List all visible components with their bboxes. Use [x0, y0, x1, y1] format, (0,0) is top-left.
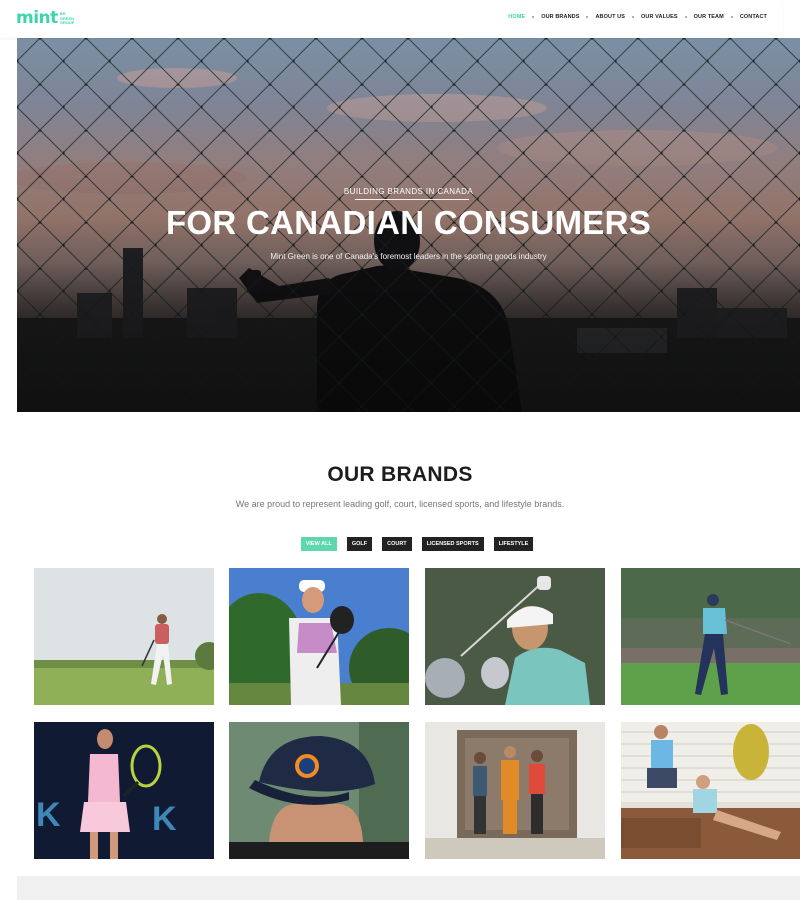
brand-tile-golfer-swing[interactable]	[425, 568, 605, 705]
filter-court[interactable]: COURT	[382, 537, 412, 551]
hockey-cap-photo	[229, 722, 409, 859]
brand-tile-golfer-walking[interactable]	[34, 568, 214, 705]
brands-title: OUR BRANDS	[327, 463, 473, 486]
golfer-follow-through-photo	[621, 568, 800, 705]
filter-view-all[interactable]: VIEW ALL	[300, 537, 337, 551]
nav-separator	[730, 16, 733, 18]
nav-separator	[532, 16, 535, 18]
site-header: mint BR GREEN GROUP HOME OUR BRANDS ABOU…	[0, 0, 783, 38]
nav-about-us[interactable]: ABOUT US	[595, 14, 625, 20]
brand-tile-golfer-follow-through[interactable]	[621, 568, 800, 705]
hero-kicker-underline	[355, 199, 469, 200]
hero-kicker: BUILDING BRANDS IN CANADA	[343, 187, 474, 196]
footer-band	[17, 876, 800, 900]
nav-our-values[interactable]: OUR VALUES	[641, 14, 678, 20]
golfer-swing-closeup-photo	[425, 568, 605, 705]
hero-banner: BUILDING BRANDS IN CANADA FOR CANADIAN C…	[17, 38, 800, 412]
golfer-with-driver-photo	[229, 568, 409, 705]
brand-tile-hockey-cap[interactable]	[229, 722, 409, 859]
svg-text:K: K	[152, 800, 177, 838]
hero-subtitle: Mint Green is one of Canada's foremost l…	[270, 252, 547, 261]
brands-subtitle: We are proud to represent leading golf, …	[235, 499, 565, 509]
page: mint BR GREEN GROUP HOME OUR BRANDS ABOU…	[0, 0, 800, 900]
lifestyle-couple-photo	[621, 722, 800, 859]
logo-wordmark: mint	[16, 8, 58, 28]
nav-separator	[632, 16, 635, 18]
filter-licensed-sports[interactable]: LICENSED SPORTS	[421, 537, 484, 551]
nav-home[interactable]: HOME	[508, 14, 525, 20]
golfer-walking-fairway-photo	[34, 568, 214, 705]
tennis-player-photo: K K	[34, 722, 214, 859]
nav-contact[interactable]: CONTACT	[740, 14, 767, 20]
logo-subtext: BR GREEN GROUP	[60, 12, 75, 26]
nav-our-brands[interactable]: OUR BRANDS	[541, 14, 579, 20]
hero-title: FOR CANADIAN CONSUMERS	[165, 204, 652, 241]
brand-tile-lifestyle-couple[interactable]	[621, 722, 800, 859]
svg-text:K: K	[36, 796, 61, 834]
filter-golf[interactable]: GOLF	[346, 537, 373, 551]
brand-tile-tennis[interactable]: K K	[34, 722, 214, 859]
nav-our-team[interactable]: OUR TEAM	[694, 14, 724, 20]
nav-separator	[684, 16, 687, 18]
nav-separator	[586, 16, 589, 18]
brand-tile-lifestyle-group[interactable]	[425, 722, 605, 859]
filter-lifestyle[interactable]: LIFESTYLE	[493, 537, 534, 551]
lifestyle-group-photo	[425, 722, 605, 859]
logo[interactable]: mint BR GREEN GROUP	[16, 10, 74, 27]
brand-tile-golfer-driver[interactable]	[229, 568, 409, 705]
brand-filter-bar: VIEW ALL GOLF COURT LICENSED SPORTS LIFE…	[0, 537, 800, 551]
main-nav: HOME OUR BRANDS ABOUT US OUR VALUES OUR …	[508, 14, 767, 20]
logo-subtext-line: GROUP	[59, 20, 75, 26]
